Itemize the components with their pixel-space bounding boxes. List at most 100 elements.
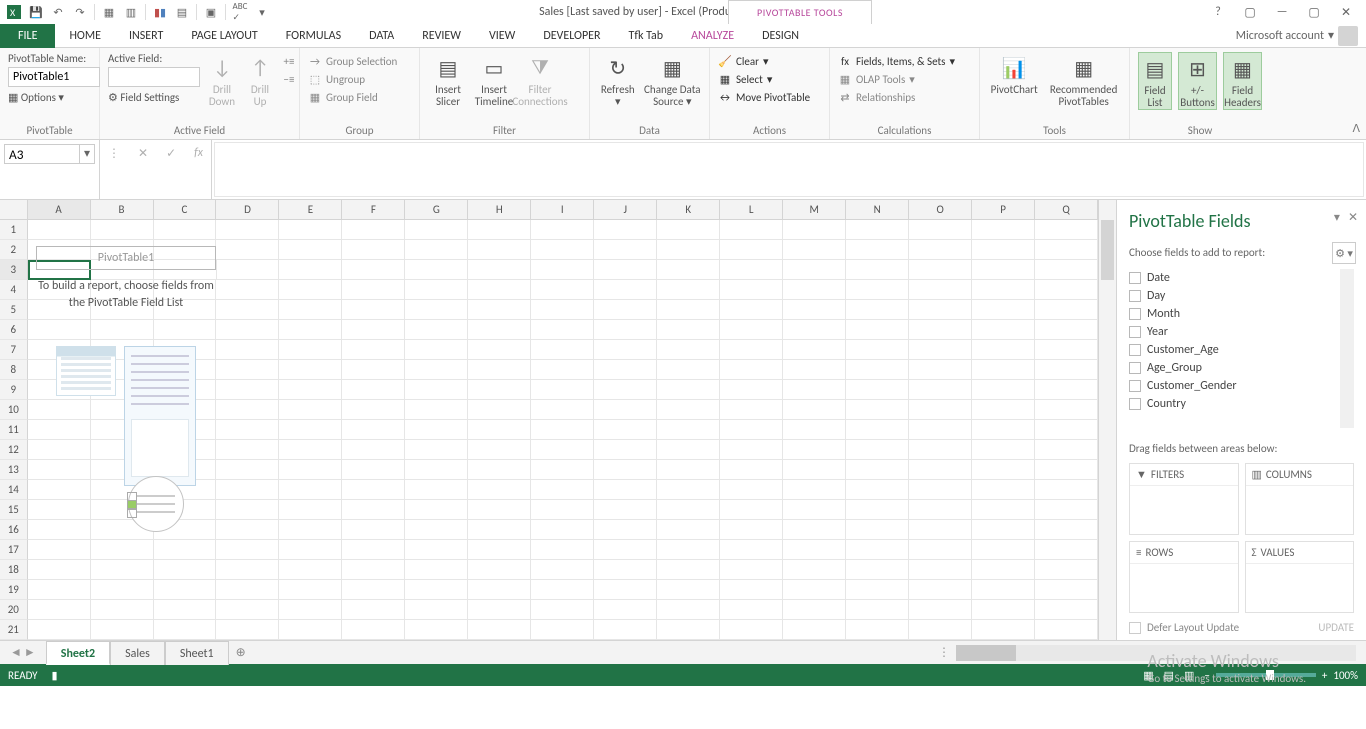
cell[interactable]: [909, 560, 972, 580]
cell[interactable]: [846, 500, 909, 520]
row-header-6[interactable]: 6: [0, 320, 28, 340]
col-header-F[interactable]: F: [342, 200, 405, 219]
cell[interactable]: [657, 240, 720, 260]
view-page-layout-icon[interactable]: ▤: [1164, 669, 1174, 682]
cell[interactable]: [342, 440, 405, 460]
recommended-pivottables-button[interactable]: ▦ Recommended PivotTables: [1046, 52, 1121, 108]
cell[interactable]: [1035, 280, 1098, 300]
cell[interactable]: [594, 320, 657, 340]
cell[interactable]: [216, 380, 279, 400]
cell[interactable]: [531, 580, 594, 600]
cell[interactable]: [28, 620, 91, 640]
cell[interactable]: [720, 620, 783, 640]
cell[interactable]: [720, 580, 783, 600]
row-header-8[interactable]: 8: [0, 360, 28, 380]
tab-file[interactable]: FILE: [0, 24, 55, 48]
col-header-B[interactable]: B: [91, 200, 154, 219]
cell[interactable]: [91, 580, 154, 600]
row-header-3[interactable]: 3: [0, 260, 28, 280]
cell[interactable]: [531, 320, 594, 340]
zoom-slider[interactable]: [1216, 673, 1316, 677]
col-header-K[interactable]: K: [657, 200, 720, 219]
cell[interactable]: [783, 320, 846, 340]
cell[interactable]: [846, 260, 909, 280]
cell[interactable]: [846, 440, 909, 460]
cell[interactable]: [594, 400, 657, 420]
cell[interactable]: [657, 620, 720, 640]
cell[interactable]: [1035, 220, 1098, 240]
cell[interactable]: [531, 540, 594, 560]
cell[interactable]: [216, 340, 279, 360]
row-header-21[interactable]: 21: [0, 620, 28, 640]
cell[interactable]: [154, 540, 217, 560]
pivottable-name-input[interactable]: [8, 67, 100, 87]
cell[interactable]: [91, 600, 154, 620]
cell[interactable]: [783, 520, 846, 540]
zoom-level[interactable]: 100%: [1333, 669, 1358, 682]
cell[interactable]: [279, 320, 342, 340]
cell[interactable]: [972, 500, 1035, 520]
insert-slicer-button[interactable]: ▤ Insert Slicer: [428, 52, 468, 108]
qat-icon[interactable]: ▤: [172, 2, 192, 22]
cell[interactable]: [783, 460, 846, 480]
cell[interactable]: [1035, 400, 1098, 420]
field-item[interactable]: Customer_Age: [1129, 341, 1340, 359]
cell[interactable]: [342, 460, 405, 480]
cell[interactable]: [720, 500, 783, 520]
cell[interactable]: [531, 600, 594, 620]
cell[interactable]: [657, 340, 720, 360]
cell[interactable]: [594, 500, 657, 520]
cell[interactable]: [1035, 340, 1098, 360]
field-checkbox[interactable]: [1129, 308, 1141, 320]
fields-items-sets-button[interactable]: fxFields, Items, & Sets ▾: [838, 54, 971, 68]
cell[interactable]: [405, 580, 468, 600]
cell[interactable]: [720, 220, 783, 240]
cell[interactable]: [279, 520, 342, 540]
cell[interactable]: [909, 480, 972, 500]
cell[interactable]: [657, 420, 720, 440]
cell[interactable]: [594, 480, 657, 500]
row-header-14[interactable]: 14: [0, 480, 28, 500]
cell[interactable]: [405, 500, 468, 520]
sheet-tab-sheet1[interactable]: Sheet1: [165, 641, 229, 665]
cell[interactable]: [154, 560, 217, 580]
cell[interactable]: [657, 220, 720, 240]
cell[interactable]: [594, 240, 657, 260]
cell[interactable]: [909, 320, 972, 340]
cell[interactable]: [279, 500, 342, 520]
cell[interactable]: [28, 520, 91, 540]
cell[interactable]: [342, 280, 405, 300]
cell[interactable]: [657, 540, 720, 560]
cell[interactable]: [342, 380, 405, 400]
tab-data[interactable]: DATA: [355, 24, 408, 48]
cell[interactable]: [279, 340, 342, 360]
col-header-I[interactable]: I: [531, 200, 594, 219]
rows-area[interactable]: ≡ROWS: [1129, 541, 1239, 613]
cell[interactable]: [279, 560, 342, 580]
field-checkbox[interactable]: [1129, 398, 1141, 410]
cell[interactable]: [783, 280, 846, 300]
cancel-icon[interactable]: ✕: [138, 144, 148, 161]
cell[interactable]: [594, 380, 657, 400]
horizontal-scrollbar[interactable]: [956, 645, 1356, 661]
cell[interactable]: [846, 600, 909, 620]
cell[interactable]: [972, 460, 1035, 480]
cell[interactable]: [279, 420, 342, 440]
cell[interactable]: [720, 540, 783, 560]
cell[interactable]: [154, 580, 217, 600]
hscroll-split-icon[interactable]: ⋮: [932, 645, 956, 660]
cell[interactable]: [28, 500, 91, 520]
cell[interactable]: [468, 540, 531, 560]
cell[interactable]: [405, 420, 468, 440]
tab-view[interactable]: VIEW: [475, 24, 529, 48]
field-item[interactable]: Customer_Gender: [1129, 377, 1340, 395]
row-header-5[interactable]: 5: [0, 300, 28, 320]
cell[interactable]: [594, 280, 657, 300]
field-item[interactable]: Year: [1129, 323, 1340, 341]
cell[interactable]: [846, 480, 909, 500]
cell[interactable]: [279, 300, 342, 320]
cell[interactable]: [154, 220, 217, 240]
cell[interactable]: [846, 400, 909, 420]
columns-area[interactable]: ▥COLUMNS: [1245, 463, 1355, 535]
row-header-9[interactable]: 9: [0, 380, 28, 400]
